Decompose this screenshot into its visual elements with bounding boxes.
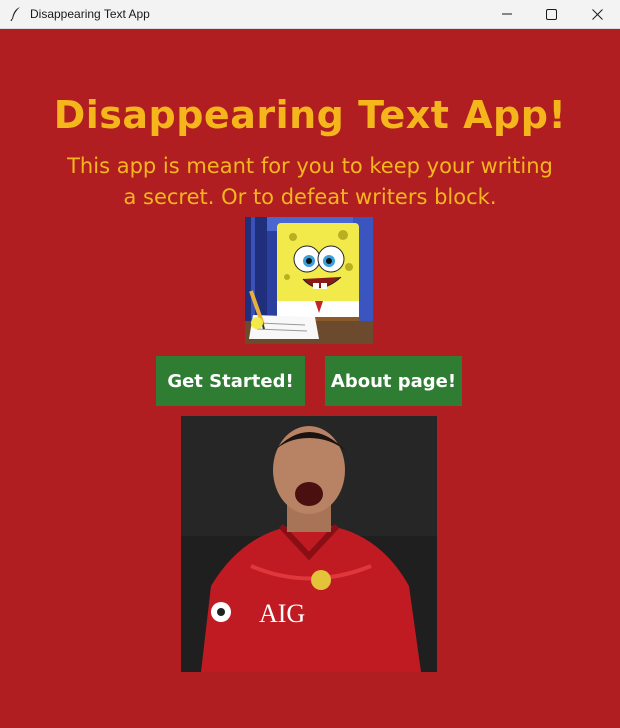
minimize-button[interactable] <box>484 0 530 28</box>
page-title: Disappearing Text App! <box>53 93 567 137</box>
get-started-button[interactable]: Get Started! <box>156 356 305 406</box>
footballer-photo: AIG <box>181 416 437 672</box>
subtitle: This app is meant for you to keep your w… <box>40 151 580 213</box>
maximize-button[interactable] <box>528 0 574 28</box>
svg-text:AIG: AIG <box>259 599 305 628</box>
app-window: Disappearing Text App Disappearing Text … <box>0 0 620 728</box>
subtitle-line-2: a secret. Or to defeat writers block. <box>123 185 497 209</box>
minimize-icon <box>502 13 512 15</box>
close-button[interactable] <box>574 0 620 28</box>
about-page-button[interactable]: About page! <box>325 356 462 406</box>
feather-icon <box>10 7 20 22</box>
spongebob-writing-image <box>245 217 373 344</box>
subtitle-line-1: This app is meant for you to keep your w… <box>67 154 553 178</box>
maximize-icon <box>545 8 557 20</box>
window-title: Disappearing Text App <box>30 7 150 21</box>
close-icon <box>591 8 603 20</box>
title-bar: Disappearing Text App <box>0 0 620 29</box>
